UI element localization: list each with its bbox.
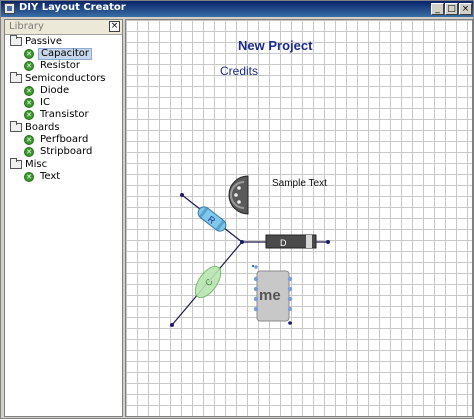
window-title: DIY Layout Creator [19,2,126,13]
project-credits[interactable]: Credits [220,64,258,78]
resistor-component[interactable]: R [196,204,229,233]
title-bar[interactable]: DIY Layout Creator _ □ × [1,1,473,17]
main-area: Library × Passive ✕ Capacitor ✕ Resistor [2,18,473,418]
diode-label: D [280,238,287,248]
ic-component[interactable]: me [252,265,293,325]
folder-icon [10,121,22,132]
tree-item-resistor[interactable]: ✕ Resistor [5,60,122,72]
item-label: Stripboard [40,146,93,157]
item-label: Perfboard [40,134,89,145]
canvas-drawing: New Project Credits Sample Text R C D me [170,38,330,327]
tree-item-ic[interactable]: ✕ IC [5,97,122,109]
minimize-button[interactable]: _ [431,3,444,15]
close-button[interactable]: × [459,3,472,15]
component-icon: ✕ [24,135,34,145]
item-label: Diode [40,85,70,96]
component-icon: ✕ [24,98,34,108]
item-label: Resistor [40,60,80,71]
tree-category-semiconductors[interactable]: Semiconductors [5,72,122,85]
library-panel: Library × Passive ✕ Capacitor ✕ Resistor [4,19,123,417]
folder-icon [10,158,22,169]
library-header: Library × [5,20,122,35]
folder-icon [10,35,22,46]
component-icon: ✕ [24,172,34,182]
component-icon: ✕ [24,49,34,59]
category-label: Semiconductors [25,73,106,84]
tree-item-text[interactable]: ✕ Text [5,171,122,183]
tree-item-capacitor[interactable]: ✕ Capacitor [5,48,122,60]
tree-item-transistor[interactable]: ✕ Transistor [5,109,122,121]
item-label: Transistor [40,109,89,120]
app-icon [4,3,15,14]
app-window: DIY Layout Creator _ □ × Library × Passi… [0,0,474,419]
component-icon: ✕ [24,110,34,120]
tree-category-boards[interactable]: Boards [5,121,122,134]
diode-component[interactable]: D [265,234,317,249]
layout-canvas[interactable]: New Project Credits Sample Text R C D me [125,19,473,417]
lead-endpoint[interactable] [326,240,330,244]
maximize-button[interactable]: □ [445,3,458,15]
lead-endpoint[interactable] [180,193,184,197]
tree-category-passive[interactable]: Passive [5,35,122,48]
lead-endpoint[interactable] [170,323,174,327]
folder-icon [10,72,22,83]
item-label: Text [40,171,61,182]
library-close-button[interactable]: × [109,21,120,32]
project-title[interactable]: New Project [238,38,313,53]
sample-text[interactable]: Sample Text [272,178,327,189]
tree-item-diode[interactable]: ✕ Diode [5,85,122,97]
item-label: Capacitor [38,48,93,60]
lead-endpoint[interactable] [240,240,244,244]
component-icon: ✕ [24,86,34,96]
tree-category-misc[interactable]: Misc [5,158,122,171]
tree-item-perfboard[interactable]: ✕ Perfboard [5,134,122,146]
ic-label: me [259,287,281,304]
category-label: Passive [25,36,62,47]
component-icon: ✕ [24,147,34,157]
component-icon: ✕ [24,61,34,71]
category-label: Misc [25,159,48,170]
tree-item-stripboard[interactable]: ✕ Stripboard [5,146,122,158]
item-label: IC [40,97,50,108]
library-title: Library [9,21,44,32]
transistor-component[interactable] [228,175,249,215]
category-label: Boards [25,122,60,133]
